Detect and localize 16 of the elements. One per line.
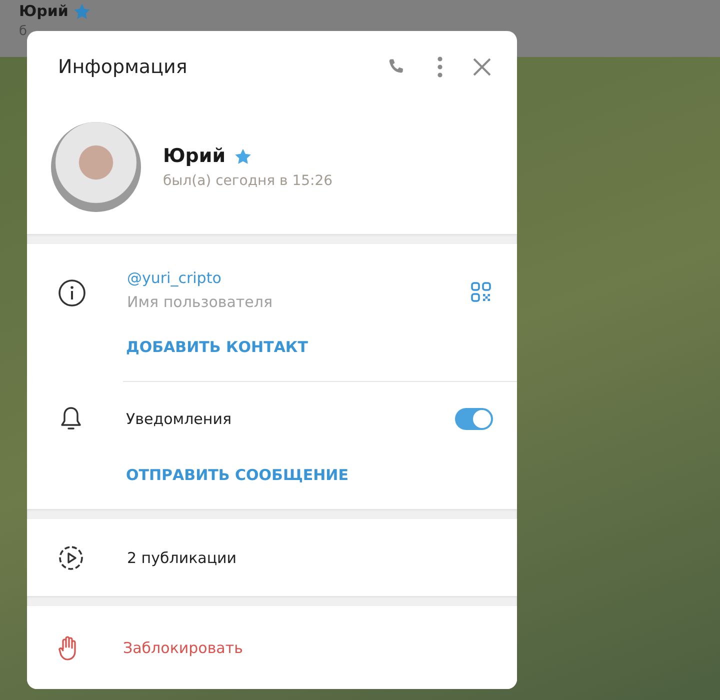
profile-name: Юрий	[163, 145, 226, 167]
more-icon[interactable]	[437, 56, 443, 78]
bell-icon	[60, 406, 82, 432]
username-link[interactable]: @yuri_cripto	[127, 269, 222, 287]
stories-icon	[58, 544, 84, 570]
close-icon[interactable]	[473, 58, 491, 76]
chat-name: Юрий	[19, 2, 68, 20]
info-icon	[58, 279, 86, 307]
add-contact-button[interactable]: ДОБАВИТЬ КОНТАКТ	[126, 338, 308, 356]
last-seen: был(а) сегодня в 15:26	[163, 173, 333, 189]
qr-code-icon[interactable]	[471, 282, 491, 302]
username-caption: Имя пользователя	[127, 293, 274, 311]
dialog-title: Информация	[58, 56, 188, 78]
send-message-button[interactable]: ОТПРАВИТЬ СООБЩЕНИЕ	[126, 466, 348, 484]
notifications-label: Уведомления	[126, 410, 232, 428]
notifications-toggle[interactable]	[455, 408, 491, 430]
